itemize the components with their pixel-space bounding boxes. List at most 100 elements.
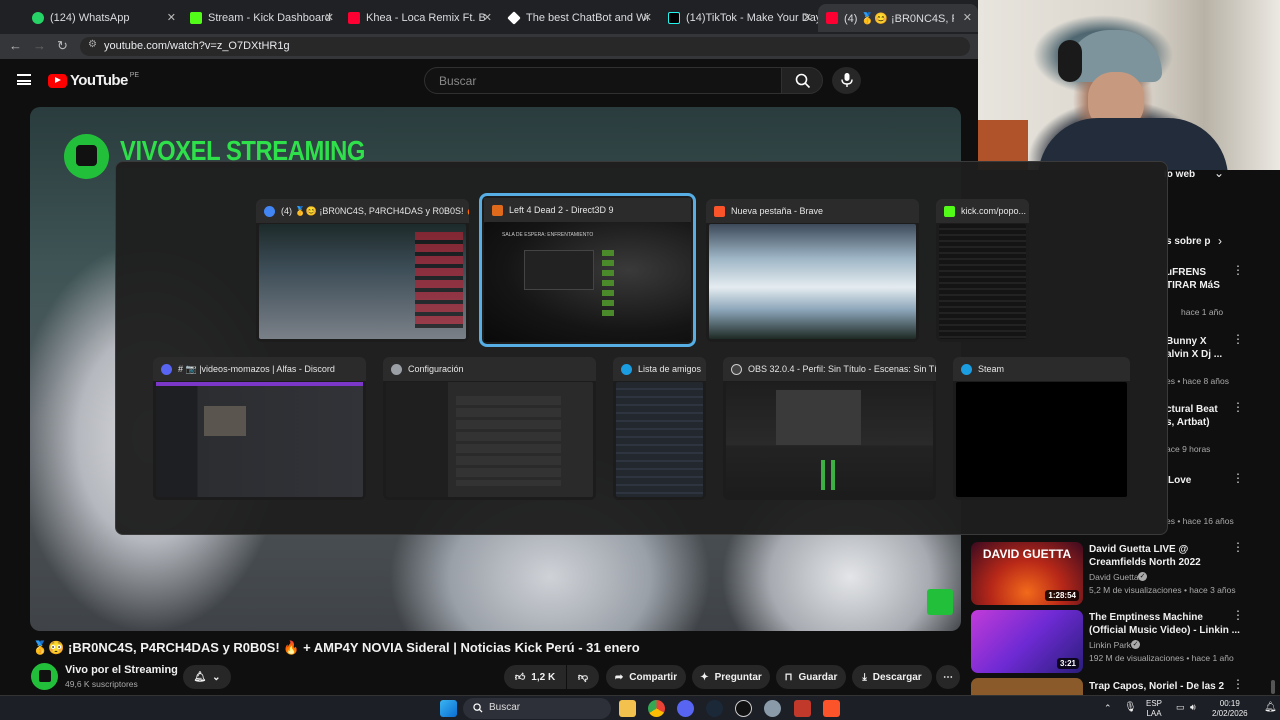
- tab-chatbot[interactable]: The best ChatBot and Widgets ✕: [500, 4, 658, 32]
- chevron-right-icon[interactable]: ›: [1218, 234, 1222, 248]
- video-thumbnail[interactable]: [971, 678, 1083, 695]
- steam-icon: [621, 363, 632, 375]
- close-icon[interactable]: ✕: [483, 11, 492, 24]
- more-vert-icon[interactable]: ⋮: [1232, 472, 1244, 489]
- url-field[interactable]: ⚙ youtube.com/watch?v=z_O7DXtHR1g: [80, 37, 970, 56]
- preview-audio-meter: [821, 460, 825, 490]
- steam-icon: [961, 363, 972, 375]
- scrollbar[interactable]: [1271, 680, 1275, 694]
- site-info-icon[interactable]: ⚙: [88, 39, 97, 50]
- save-button[interactable]: ⊓ Guardar: [776, 665, 846, 689]
- window-title-bar: Lista de amigos: [613, 357, 706, 381]
- share-button[interactable]: ➦ Compartir: [606, 665, 686, 689]
- partial-chip-header[interactable]: io web: [1164, 169, 1195, 180]
- volume-icon[interactable]: 🔊︎: [1190, 702, 1196, 713]
- tab-tiktok[interactable]: (14)TikTok - Make Your Day ✕: [660, 4, 818, 32]
- rec-channel-6[interactable]: Linkin Park: [1089, 640, 1131, 650]
- youtube-logo[interactable]: YouTube PE: [48, 72, 139, 89]
- taskbar-search-input[interactable]: Buscar: [463, 698, 611, 719]
- voice-search-button[interactable]: [832, 67, 861, 94]
- file-explorer-icon[interactable]: [619, 700, 636, 717]
- rec-title-6b[interactable]: (Official Music Video) - Linkin ...: [1089, 624, 1240, 637]
- rec-title-5a[interactable]: David Guetta LIVE @: [1089, 543, 1188, 556]
- close-icon[interactable]: ✕: [803, 11, 812, 24]
- rec-title-1b[interactable]: TIRAR MáS: [1166, 279, 1220, 292]
- window-brave[interactable]: # 📷 |videos-momazos | Alfas - DiscordNue…: [706, 199, 919, 342]
- chrome-icon[interactable]: [648, 700, 665, 717]
- window-kick-popout[interactable]: kick.com/popo...: [936, 199, 1029, 342]
- more-vert-icon[interactable]: ⋮: [1232, 264, 1244, 281]
- more-vert-icon[interactable]: ⋮: [1232, 333, 1244, 350]
- clock[interactable]: 00:19 2/02/2026: [1212, 699, 1248, 719]
- preview-sidebar: [415, 232, 463, 328]
- window-discord[interactable]: # 📷 |videos-momazos | Alfas - Discord: [153, 357, 366, 500]
- dislike-button[interactable]: 👎︎: [567, 665, 599, 689]
- microphone-icon[interactable]: 🎙︎: [1124, 702, 1137, 713]
- more-vert-icon[interactable]: ⋮: [1232, 609, 1244, 626]
- video-thumbnail[interactable]: 3:21: [971, 610, 1083, 673]
- ask-button[interactable]: ✦ Preguntar: [692, 665, 770, 689]
- close-icon[interactable]: ✕: [963, 11, 972, 24]
- close-icon[interactable]: ✕: [325, 11, 334, 24]
- steam-icon[interactable]: [706, 700, 723, 717]
- network-icon[interactable]: ▭: [1176, 702, 1185, 713]
- rec-channel-5[interactable]: David Guetta: [1089, 572, 1139, 582]
- settings-icon[interactable]: [764, 700, 781, 717]
- window-steam[interactable]: Steam: [953, 357, 1130, 500]
- close-icon[interactable]: ✕: [643, 11, 652, 24]
- rec-title-7a[interactable]: Trap Capos, Noriel - De las 2: [1089, 680, 1224, 693]
- rec-meta-6: 192 M de visualizaciones • hace 1 año: [1089, 653, 1234, 663]
- rec-title-1a[interactable]: uFRENS: [1166, 266, 1206, 279]
- obs-icon[interactable]: [735, 700, 752, 717]
- like-button[interactable]: 👍︎ 1,2 K: [504, 665, 566, 689]
- channel-name[interactable]: Vivo por el Streaming: [65, 664, 178, 676]
- tab-kick-dashboard[interactable]: Stream - Kick Dashboard ✕: [182, 4, 340, 32]
- more-vert-icon[interactable]: ⋮: [1232, 541, 1244, 558]
- back-icon[interactable]: ←: [9, 38, 22, 53]
- thumbs-down-icon: 👎︎: [577, 672, 589, 683]
- rec-title-3a[interactable]: ctural Beat: [1166, 403, 1218, 416]
- window-obs[interactable]: OBS 32.0.4 - Perfil: Sin Título - Escena…: [723, 357, 936, 500]
- window-youtube-chrome[interactable]: (4) 🥇😊 ¡BR0NC4S, P4RCH4DAS y R0B0S! 🔥 +.…: [256, 199, 469, 342]
- brave-icon[interactable]: [823, 700, 840, 717]
- tray-overflow-icon[interactable]: ⌃: [1104, 703, 1112, 714]
- window-title: Configuración: [408, 364, 464, 374]
- rec-title-4a[interactable]: Love: [1168, 474, 1191, 487]
- channel-avatar[interactable]: [31, 663, 58, 690]
- window-title: (4) 🥇😊 ¡BR0NC4S, P4RCH4DAS y R0B0S! 🔥 +.…: [281, 205, 469, 216]
- more-vert-icon[interactable]: ⋮: [1232, 678, 1244, 695]
- notifications-icon[interactable]: 🔔︎: [1264, 702, 1277, 713]
- rec-title-2a[interactable]: Bunny X: [1166, 335, 1207, 348]
- rec-title-6a[interactable]: The Emptiness Machine: [1089, 611, 1203, 624]
- more-vert-icon[interactable]: ⋮: [1232, 401, 1244, 418]
- close-icon[interactable]: ✕: [167, 11, 176, 24]
- preview-banner: [156, 382, 363, 386]
- tab-youtube-active[interactable]: (4) 🥇😊 ¡BR0NC4S, P4RCH4D ✕: [818, 4, 978, 32]
- video-thumbnail[interactable]: DAVID GUETTA 1:28:54: [971, 542, 1083, 605]
- forward-icon[interactable]: →: [33, 38, 46, 53]
- window-preview: [386, 382, 593, 497]
- more-actions-button[interactable]: ⋯: [936, 665, 960, 689]
- window-left4dead2[interactable]: Left 4 Dead 2 - Direct3D 9 SALA DE ESPER…: [479, 193, 696, 347]
- search-input[interactable]: Buscar: [424, 67, 782, 94]
- rec-title-2b[interactable]: alvin X Dj ...: [1166, 348, 1222, 361]
- menu-icon[interactable]: [17, 74, 31, 85]
- window-friends-list[interactable]: Lista de amigos: [613, 357, 706, 500]
- more-horizontal-icon: ⋯: [943, 671, 953, 683]
- language-indicator[interactable]: ESP LAA: [1146, 699, 1162, 719]
- tab-khea[interactable]: Khea - Loca Remix Ft. Bad Bunn ✕: [340, 4, 498, 32]
- download-button[interactable]: ⤓ Descargar: [852, 665, 932, 689]
- window-settings[interactable]: Configuración: [383, 357, 596, 500]
- reload-icon[interactable]: ↻: [57, 38, 68, 54]
- rec-title-5b[interactable]: Creamfields North 2022: [1089, 556, 1201, 569]
- discord-icon[interactable]: [677, 700, 694, 717]
- channel-watermark[interactable]: [927, 589, 953, 615]
- notifications-button[interactable]: 🔔︎ ⌄: [183, 665, 231, 689]
- windows-start-icon[interactable]: [440, 700, 457, 717]
- search-icon: [473, 703, 483, 713]
- l4d2-icon[interactable]: [794, 700, 811, 717]
- rec-title-3b[interactable]: s, Artbat): [1166, 416, 1210, 429]
- search-button[interactable]: [781, 67, 823, 94]
- chip-topic[interactable]: s sobre p: [1166, 236, 1210, 247]
- tab-whatsapp[interactable]: (124) WhatsApp ✕: [24, 4, 182, 32]
